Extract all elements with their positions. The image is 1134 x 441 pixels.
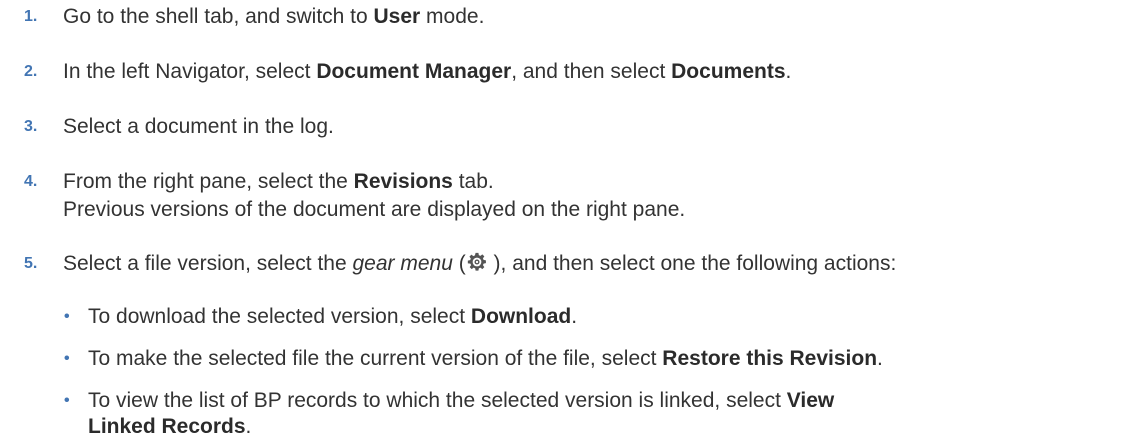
step-number: 2.	[24, 63, 38, 80]
bullet-text: Linked Records.	[88, 413, 251, 440]
text-run: .	[571, 305, 578, 328]
step-number: 1.	[24, 8, 38, 25]
bullet-text: To make the selected file the current ve…	[88, 345, 883, 372]
bold-term: Document Manager	[316, 60, 512, 83]
text-run: From the right pane, select the	[63, 170, 354, 193]
text-run: (	[452, 252, 466, 275]
text-run: To view the list of BP records to which …	[88, 389, 787, 412]
step-text: Select a file version, select the gear m…	[63, 250, 896, 277]
bold-term: Linked Records	[88, 415, 246, 438]
text-run: , and then select	[511, 60, 672, 83]
italic-term: gear menu	[352, 252, 453, 275]
bullet-text: To view the list of BP records to which …	[88, 387, 834, 414]
text-run: tab.	[452, 170, 494, 193]
bold-term: User	[373, 5, 421, 28]
text-run: To make the selected file the current ve…	[88, 347, 663, 370]
bullet-dot: •	[64, 308, 70, 325]
text-run: To download the selected version, select	[88, 305, 471, 328]
text-run: mode.	[420, 5, 485, 28]
text-run: .	[245, 415, 252, 438]
bold-term: View	[786, 389, 835, 412]
bullet-dot: •	[64, 350, 70, 367]
step-text: Go to the shell tab, and switch to User …	[63, 3, 484, 30]
text-run: ), and then select one the following act…	[487, 252, 897, 275]
text-run: Select a file version, select the	[63, 252, 353, 275]
bold-term: Documents	[671, 60, 786, 83]
step-text: In the left Navigator, select Document M…	[63, 58, 791, 85]
bold-term: Download	[470, 305, 572, 328]
text-run: .	[877, 347, 883, 370]
bold-term: Revisions	[353, 170, 453, 193]
gear-icon	[467, 252, 486, 271]
bullet-text: To download the selected version, select…	[88, 303, 577, 330]
step-text: Previous versions of the document are di…	[63, 198, 686, 221]
step-number: 5.	[24, 255, 38, 272]
text-run: .	[785, 60, 792, 83]
step-number: 4.	[24, 173, 38, 190]
text-run: Select a document in the log.	[63, 115, 334, 138]
step-text: From the right pane, select the Revision…	[63, 168, 494, 195]
bold-term: Restore this Revision	[662, 347, 878, 370]
document-page: 1. Go to the shell tab, and switch to Us…	[0, 0, 1134, 441]
step-number: 3.	[24, 118, 38, 135]
step-text: Select a document in the log.	[63, 113, 334, 140]
text-run: Go to the shell tab, and switch to	[63, 5, 374, 28]
bullet-dot: •	[64, 392, 70, 409]
text-run: In the left Navigator, select	[63, 60, 317, 83]
